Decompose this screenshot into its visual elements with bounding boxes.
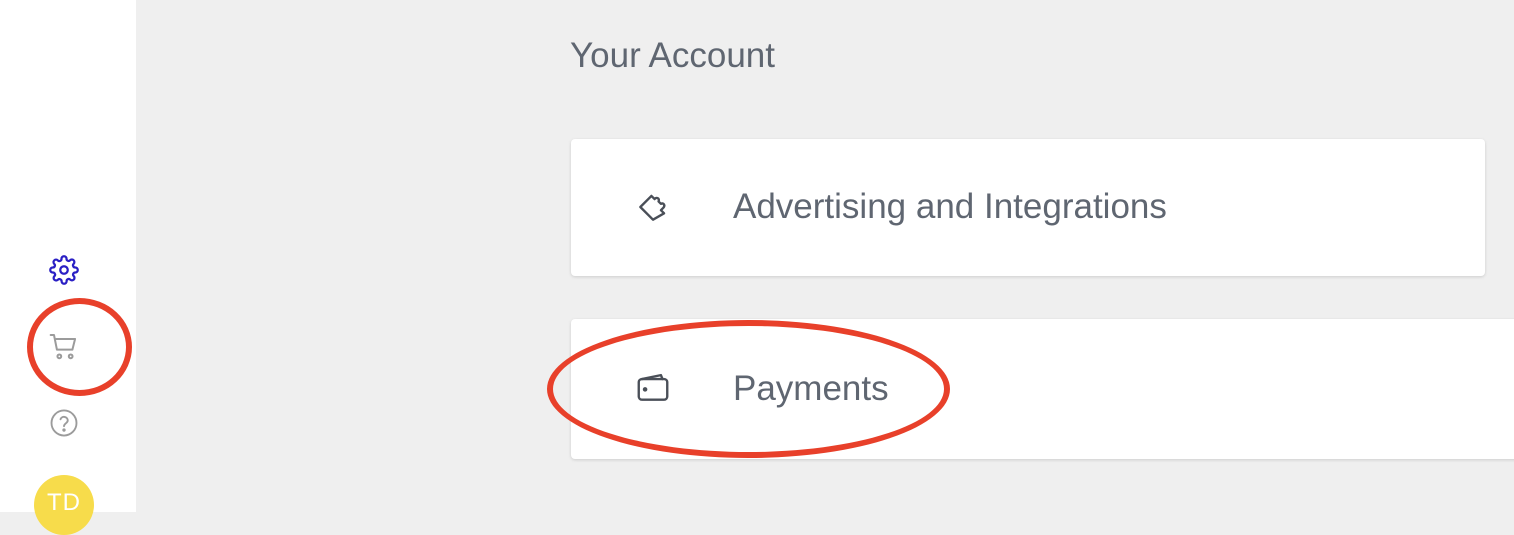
puzzle-icon xyxy=(633,187,673,227)
settings-button[interactable] xyxy=(44,250,84,290)
avatar[interactable]: TD xyxy=(34,475,94,535)
avatar-initials: TD xyxy=(47,489,81,516)
advertising-integrations-card[interactable]: Advertising and Integrations xyxy=(571,139,1485,276)
help-icon xyxy=(49,408,79,438)
cart-button[interactable] xyxy=(44,327,84,367)
page-title: Your Account xyxy=(570,36,775,75)
help-button[interactable] xyxy=(44,403,84,443)
sidebar: TD xyxy=(0,0,136,535)
card-label: Advertising and Integrations xyxy=(733,187,1167,226)
wallet-icon xyxy=(633,367,673,407)
cart-icon xyxy=(48,331,80,363)
payments-card[interactable]: Payments xyxy=(571,319,1514,459)
card-label: Payments xyxy=(733,369,889,408)
gear-icon xyxy=(49,255,79,285)
main-content: Your Account Advertising and Integration… xyxy=(136,0,1514,512)
